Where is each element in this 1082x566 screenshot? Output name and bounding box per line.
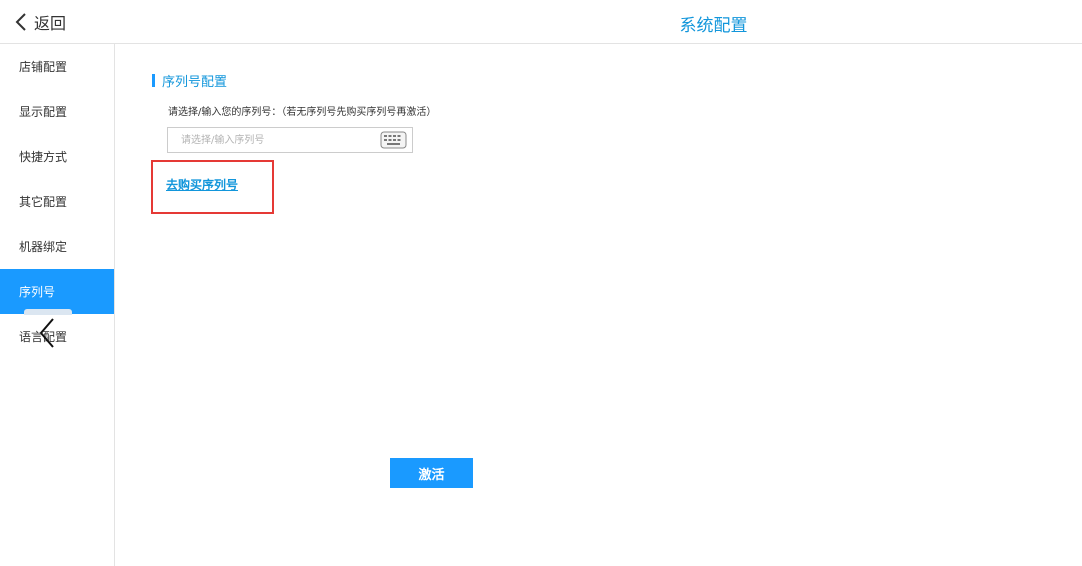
- chevron-left-icon: [39, 318, 54, 348]
- keyboard-icon[interactable]: [380, 131, 407, 149]
- buy-serial-link[interactable]: 去购买序列号: [166, 176, 238, 193]
- sidebar-item-shortcuts[interactable]: 快捷方式: [0, 134, 114, 179]
- serial-input[interactable]: [168, 128, 373, 152]
- activate-button[interactable]: 激活: [390, 458, 473, 488]
- floating-back-button[interactable]: [24, 309, 72, 349]
- section-title: 序列号配置: [152, 71, 227, 90]
- floating-back-tab: [24, 309, 72, 315]
- section-title-text: 序列号配置: [162, 75, 228, 90]
- sidebar-item-machine-binding[interactable]: 机器绑定: [0, 224, 114, 269]
- sidebar-item-other-config[interactable]: 其它配置: [0, 179, 114, 224]
- serial-input-container: [167, 127, 413, 153]
- sidebar-item-serial-number[interactable]: 序列号: [0, 269, 114, 314]
- serial-hint-text: 请选择/输入您的序列号：（若无序列号先购买序列号再激活）: [168, 107, 437, 118]
- header-bar: 返回 系统配置: [0, 0, 1082, 44]
- section-title-bar: [152, 74, 155, 87]
- page-title: 系统配置: [679, 16, 748, 36]
- sidebar-item-display-config[interactable]: 显示配置: [0, 89, 114, 134]
- sidebar: 店铺配置 显示配置 快捷方式 其它配置 机器绑定 序列号 语言配置: [0, 44, 115, 566]
- main-content: 序列号配置 请选择/输入您的序列号：（若无序列号先购买序列号再激活） 去购买序列…: [115, 44, 1082, 566]
- sidebar-item-store-config[interactable]: 店铺配置: [0, 44, 114, 89]
